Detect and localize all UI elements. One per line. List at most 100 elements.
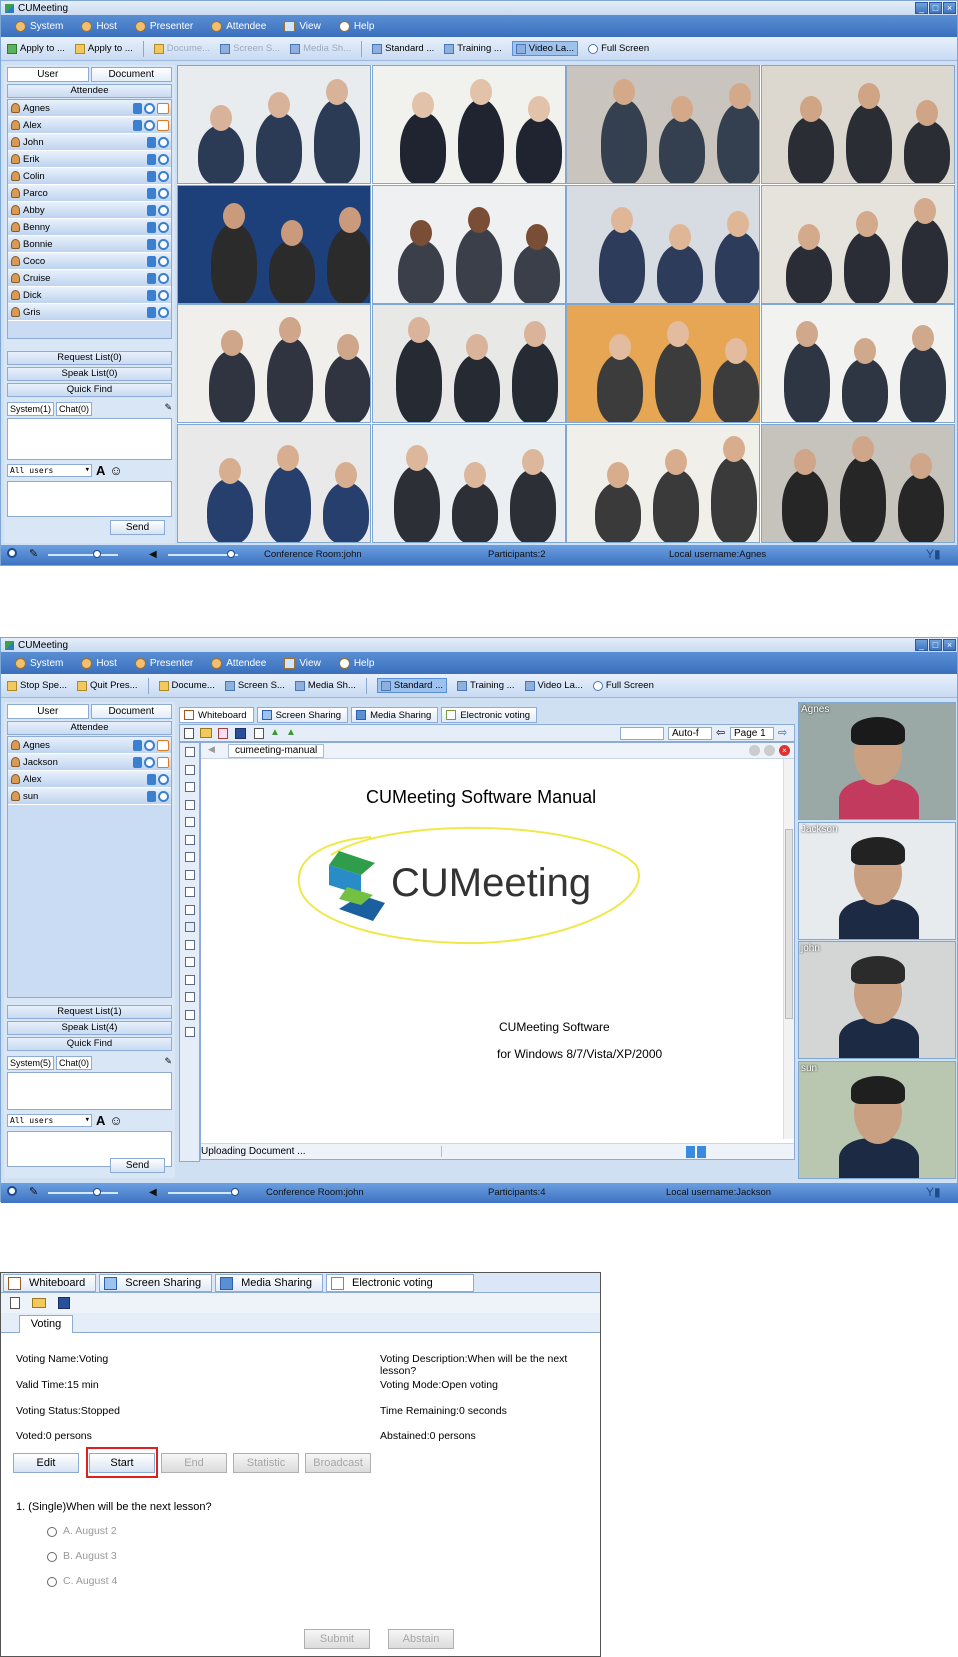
mic-volume-slider[interactable] xyxy=(48,1192,118,1194)
camera-icon[interactable] xyxy=(158,136,169,148)
text-icon[interactable] xyxy=(185,922,195,932)
camera-icon[interactable] xyxy=(158,170,169,182)
microphone-icon[interactable] xyxy=(133,119,142,131)
volume-icon[interactable]: ◀ xyxy=(149,1187,157,1198)
menu-help[interactable]: Help xyxy=(338,20,374,32)
tab-document[interactable]: Document xyxy=(90,67,172,82)
color-picker[interactable] xyxy=(620,727,664,740)
request-list-button[interactable]: Request List(1) xyxy=(7,1005,172,1019)
screen-icon[interactable] xyxy=(157,756,169,768)
close-document-icon[interactable]: × xyxy=(779,745,790,756)
microphone-icon[interactable] xyxy=(147,238,156,250)
full-screen-button[interactable]: Full Screen xyxy=(592,680,654,691)
microphone-icon[interactable] xyxy=(147,289,156,301)
new-icon[interactable] xyxy=(10,1297,20,1309)
zoom-select[interactable]: Auto-f xyxy=(668,727,712,740)
next-arrow-icon[interactable]: ⇨ xyxy=(778,726,787,739)
emoticon-icon[interactable]: ☺ xyxy=(109,463,122,478)
ellipse-icon[interactable] xyxy=(185,904,195,915)
recipient-select[interactable]: All users xyxy=(7,1114,92,1127)
line-style-icon[interactable] xyxy=(185,1009,195,1020)
camera-icon[interactable] xyxy=(158,204,169,216)
tab-media-sharing[interactable]: Media Sharing xyxy=(215,1274,324,1292)
tab-media-sharing[interactable]: Media Sharing xyxy=(351,707,439,723)
video-tile[interactable] xyxy=(566,65,760,184)
video-tile[interactable] xyxy=(177,423,371,543)
line-width-icon[interactable] xyxy=(185,992,195,1002)
recipient-select[interactable]: All users xyxy=(7,464,92,477)
video-tile[interactable] xyxy=(371,65,566,184)
video-layout-button[interactable]: Video La... xyxy=(511,41,579,56)
fill-color-icon[interactable] xyxy=(185,1027,195,1037)
user-row[interactable]: Jackson xyxy=(8,754,171,771)
tab-screen-sharing[interactable]: Screen Sharing xyxy=(99,1274,213,1292)
microphone-icon[interactable] xyxy=(147,136,156,148)
close-button[interactable]: × xyxy=(943,2,956,14)
stop-speaking-button[interactable]: Stop Spe... xyxy=(7,680,67,691)
tab-system[interactable]: System(5) xyxy=(7,1056,55,1070)
tab-document[interactable]: Document xyxy=(90,704,172,719)
arrow-icon[interactable] xyxy=(185,817,195,827)
mic-icon[interactable]: ✎ xyxy=(29,547,38,560)
menu-system[interactable]: System xyxy=(15,20,63,32)
camera-icon[interactable] xyxy=(158,187,169,199)
tab-whiteboard[interactable]: Whiteboard xyxy=(3,1274,97,1292)
menu-attendee[interactable]: Attendee xyxy=(211,20,266,32)
document-button[interactable]: Docume... xyxy=(158,680,215,691)
video-tile[interactable] xyxy=(760,304,955,423)
microphone-icon[interactable] xyxy=(147,187,156,199)
microphone-icon[interactable] xyxy=(147,255,156,267)
page-add-icon[interactable] xyxy=(254,728,264,739)
microphone-icon[interactable] xyxy=(147,306,156,318)
speaker-icon[interactable] xyxy=(7,548,17,558)
training-layout-button[interactable]: Training ... xyxy=(444,43,502,54)
close-button[interactable]: × xyxy=(943,639,956,651)
tab-chat[interactable]: Chat(0) xyxy=(56,402,93,416)
eraser-icon[interactable] xyxy=(185,764,195,775)
tab-user[interactable]: User xyxy=(7,704,89,719)
edit-icon[interactable] xyxy=(157,739,169,751)
mic-volume-handle[interactable] xyxy=(93,550,101,558)
user-row[interactable]: Parco xyxy=(8,185,171,202)
video-tile[interactable] xyxy=(371,184,566,304)
quick-find-button[interactable]: Quick Find xyxy=(7,383,172,397)
send-button[interactable]: Send xyxy=(110,1158,165,1173)
option-a-radio[interactable] xyxy=(47,1527,57,1537)
apply-to-button-2[interactable]: Apply to ... xyxy=(74,43,133,54)
camera-icon[interactable] xyxy=(158,238,169,250)
video-tile[interactable] xyxy=(371,423,566,543)
arrow-up-icon[interactable]: ▲ xyxy=(286,727,296,738)
camera-icon[interactable] xyxy=(158,790,169,802)
back-arrow-icon[interactable]: ⇦ xyxy=(716,726,725,739)
speaker-volume-handle[interactable] xyxy=(230,1188,239,1196)
font-icon[interactable]: A xyxy=(96,463,105,478)
screen-sharing-button[interactable]: Screen S... xyxy=(220,43,280,54)
speaker-icon[interactable] xyxy=(7,1186,17,1196)
microphone-icon[interactable] xyxy=(133,102,142,114)
user-row[interactable]: Bonnie xyxy=(8,236,171,253)
screen-sharing-button[interactable]: Screen S... xyxy=(224,680,285,691)
user-row[interactable]: Gris xyxy=(8,304,171,321)
screenshot-icon[interactable] xyxy=(185,974,195,985)
option-b-radio[interactable] xyxy=(47,1552,57,1562)
camera-icon[interactable] xyxy=(158,289,169,301)
video-feed[interactable]: Agnes xyxy=(798,702,956,820)
chat-input[interactable] xyxy=(7,481,172,517)
user-row[interactable]: Agnes xyxy=(8,737,171,754)
send-button[interactable]: Send xyxy=(110,520,165,535)
line-icon[interactable] xyxy=(185,799,195,810)
open-icon[interactable] xyxy=(200,728,212,738)
media-sharing-button[interactable]: Media Sh... xyxy=(294,680,356,691)
tab-screen-sharing[interactable]: Screen Sharing xyxy=(256,707,349,723)
user-row[interactable]: Dick xyxy=(8,287,171,304)
mic-volume-slider[interactable] xyxy=(48,554,118,556)
standard-layout-button[interactable]: Standard ... xyxy=(372,43,434,54)
save-icon[interactable] xyxy=(58,1297,70,1309)
video-feed[interactable]: john xyxy=(798,941,956,1059)
clear-icon[interactable] xyxy=(185,782,195,792)
user-row[interactable]: Erik xyxy=(8,151,171,168)
chat-history[interactable] xyxy=(7,1072,172,1110)
camera-icon[interactable] xyxy=(158,255,169,267)
media-sharing-button[interactable]: Media Sh... xyxy=(290,43,351,54)
nav-left-icon[interactable]: ◀ xyxy=(208,744,215,755)
